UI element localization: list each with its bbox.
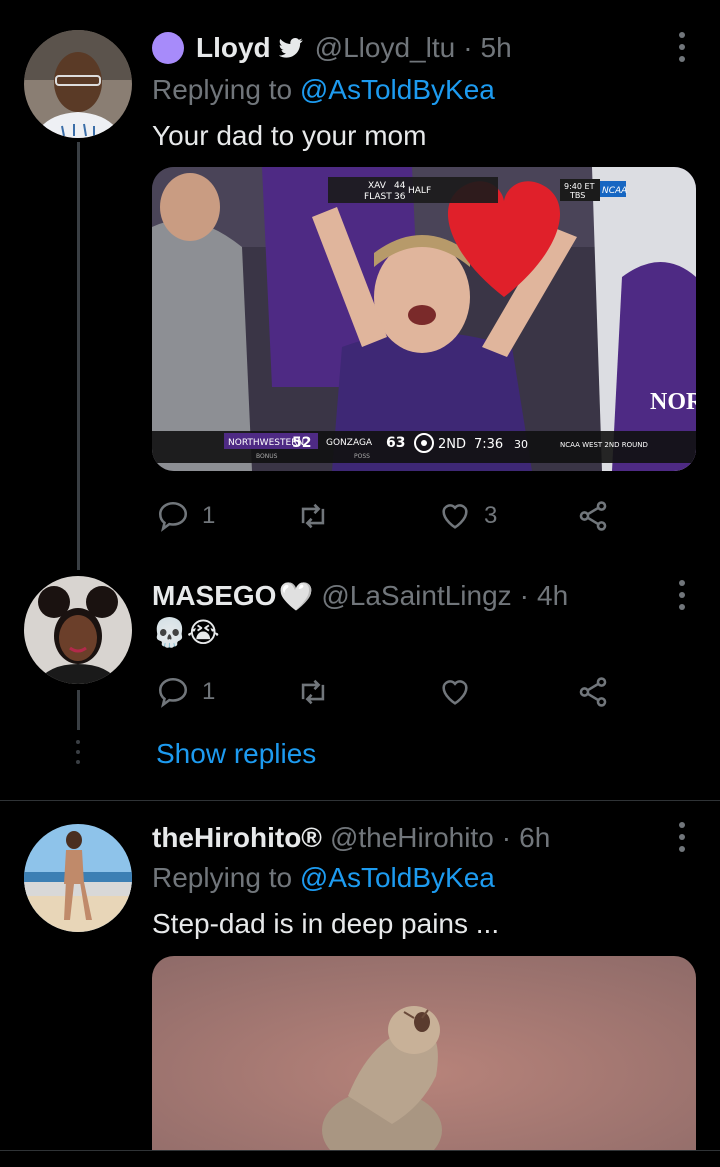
share-icon (579, 501, 607, 531)
tweet-header: theHirohito® @theHirohito · 6h (152, 818, 550, 858)
show-replies-link[interactable]: Show replies (156, 738, 316, 770)
tweet-header: MASEGO 🤍 @LaSaintLingz · 4h (152, 576, 568, 616)
like-count: 3 (484, 502, 498, 529)
divider (0, 800, 720, 801)
score-round: NCAA WEST 2ND ROUND (560, 441, 648, 449)
media-image: NORT XAV 44 FLAST 36 HALF 9:40 ET TBS NC… (152, 167, 696, 471)
thread-dots (74, 740, 82, 764)
bird-icon (278, 37, 303, 59)
timestamp[interactable]: 6h (519, 822, 550, 854)
retweet-icon (301, 679, 325, 705)
more-options-icon[interactable] (678, 32, 686, 62)
tweet-media[interactable]: NORT XAV 44 FLAST 36 HALF 9:40 ET TBS NC… (152, 167, 696, 471)
retweet-button[interactable] (296, 496, 330, 536)
timestamp[interactable]: 5h (481, 32, 512, 64)
jersey-text: NORT (650, 389, 696, 415)
score-value2: 63 (386, 435, 405, 451)
like-button[interactable] (438, 672, 472, 712)
replying-to-link[interactable]: @AsToldByKea (300, 74, 495, 105)
retweet-icon (301, 503, 325, 529)
score-team2: GONZAGA (326, 438, 373, 448)
timestamp[interactable]: 4h (537, 580, 568, 612)
white-heart-icon: 🤍 (278, 580, 314, 612)
tweet-text: Your dad to your mom (152, 120, 427, 151)
ticker-time: 9:40 ET (564, 182, 595, 191)
reply-icon (158, 677, 188, 708)
author-name[interactable]: theHirohito® (152, 822, 322, 854)
avatar[interactable] (24, 576, 132, 684)
author-name[interactable]: MASEGO (152, 580, 276, 612)
ticker-network: TBS (569, 191, 585, 200)
tweet-actions: 1 3 (152, 496, 622, 536)
ticker-league: NCAA (602, 186, 627, 196)
reply-button[interactable]: 1 (156, 672, 215, 712)
more-options-icon[interactable] (678, 580, 686, 610)
score-shot: 30 (514, 438, 528, 451)
heart-icon (442, 504, 468, 529)
separator: · (501, 822, 512, 853)
score-clock: 7:36 (474, 437, 503, 452)
replying-to-prefix: Replying to (152, 862, 293, 893)
replying-to: Replying to @AsToldByKea (152, 862, 495, 894)
reply-icon (158, 501, 188, 532)
author-handle[interactable]: @theHirohito (330, 822, 494, 854)
author-handle[interactable]: @Lloyd_ltu (315, 32, 456, 64)
tweet-header: Lloyd @Lloyd_ltu · 5h (152, 28, 512, 68)
ticker-team-b: FLAST (364, 192, 392, 202)
tweet-actions: 1 (152, 672, 622, 712)
score-period: 2ND (438, 437, 466, 452)
thread-line (77, 142, 80, 570)
share-icon (579, 677, 607, 707)
ticker-half: HALF (408, 186, 431, 196)
reply-count: 1 (202, 678, 216, 705)
score-value1: 52 (292, 435, 311, 451)
tweet-text: Step-dad is in deep pains ... (152, 908, 500, 939)
score-bonus: BONUS (256, 453, 278, 460)
tweet-text: 💀😭 (152, 617, 220, 648)
avatar[interactable] (24, 824, 132, 932)
tweet-media[interactable] (152, 956, 696, 1150)
author-handle[interactable]: @LaSaintLingz (321, 580, 511, 612)
separator: · (519, 580, 529, 611)
bottom-divider (0, 1150, 720, 1151)
avatar[interactable] (24, 30, 132, 138)
reply-count: 1 (202, 502, 216, 529)
ticker-score-b: 36 (394, 192, 406, 202)
replying-to-link[interactable]: @AsToldByKea (300, 862, 495, 893)
reply-button[interactable]: 1 (156, 496, 215, 536)
ticker-score-a: 44 (394, 181, 406, 191)
share-button[interactable] (576, 496, 610, 536)
media-image (152, 956, 696, 1150)
thread-line (77, 690, 80, 730)
heart-icon (442, 680, 468, 705)
replying-to-prefix: Replying to (152, 74, 293, 105)
share-button[interactable] (576, 672, 610, 712)
replying-to: Replying to @AsToldByKea (152, 74, 495, 106)
verified-badge-icon (152, 32, 184, 64)
like-button[interactable]: 3 (438, 496, 497, 536)
separator: · (463, 32, 473, 63)
more-options-icon[interactable] (678, 822, 686, 852)
ticker-team-a: XAV (368, 181, 387, 191)
retweet-button[interactable] (296, 672, 330, 712)
score-poss: POSS (354, 453, 370, 460)
author-name[interactable]: Lloyd (196, 32, 271, 64)
